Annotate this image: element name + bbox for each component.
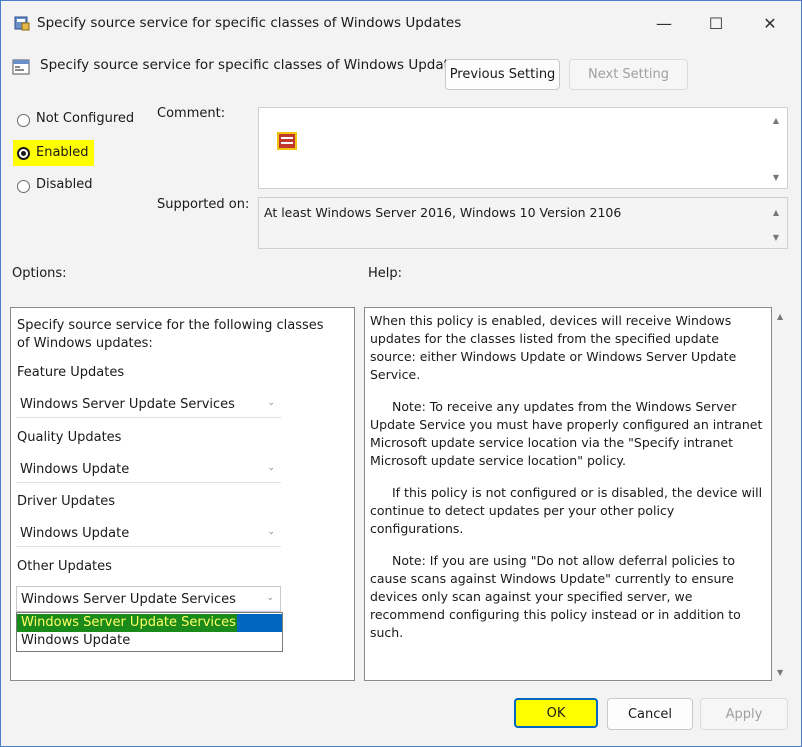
policy-title: Specify source service for specific clas… [40,57,465,73]
feature-updates-value: Windows Server Update Services [20,397,235,412]
options-label: Options: [12,266,67,281]
policy-app-icon [13,14,31,32]
dropdown-item-selected[interactable]: Windows Server Update Services [17,614,282,632]
help-scroll-up-icon[interactable]: ▲ [777,312,783,321]
cancel-button[interactable]: Cancel [607,698,693,730]
driver-updates-value: Windows Update [20,526,130,541]
policy-icon [12,58,30,76]
options-intro: Specify source service for the following… [17,318,324,351]
radio-disabled-circle[interactable] [17,180,30,193]
window-title: Specify source service for specific clas… [37,15,462,31]
feature-updates-select[interactable]: Windows Server Update Services ⌄ [16,392,281,418]
minimize-button[interactable]: — [641,1,687,45]
radio-enabled-label: Enabled [36,145,89,160]
next-setting-button[interactable]: Next Setting [569,59,688,90]
comment-scroll-down-icon[interactable]: ▼ [773,173,779,182]
chevron-down-icon: ⌄ [267,527,275,537]
other-updates-value: Windows Server Update Services [21,591,236,607]
radio-disabled-label: Disabled [36,177,93,192]
help-label: Help: [368,266,403,281]
supported-on-value: At least Windows Server 2016, Windows 10… [264,205,622,220]
help-paragraph: If this policy is not configured or is d… [370,485,763,536]
driver-updates-select[interactable]: Windows Update ⌄ [16,521,281,547]
supported-scroll-down-icon[interactable]: ▼ [773,233,779,242]
quality-updates-label: Quality Updates [17,430,122,445]
radio-enabled-circle[interactable] [17,147,30,160]
other-updates-dropdown-list: Windows Server Update Services Windows U… [16,612,283,652]
dropdown-item-label: Windows Server Update Services [21,615,236,630]
previous-setting-button[interactable]: Previous Setting [445,59,560,90]
chevron-down-icon: ⌄ [267,463,275,473]
comment-scroll-up-icon[interactable]: ▲ [773,116,779,125]
help-paragraph: Note: To receive any updates from the Wi… [370,399,763,468]
radio-not-configured-circle[interactable] [17,114,30,127]
watermark-logo-icon [277,132,297,150]
supported-scroll-up-icon[interactable]: ▲ [773,208,779,217]
supported-on-box: At least Windows Server 2016, Windows 10… [258,197,788,249]
other-updates-select[interactable]: Windows Server Update Services ⌄ [16,586,281,612]
ok-button[interactable]: OK [514,698,598,728]
apply-button[interactable]: Apply [700,698,788,730]
title-bar: Specify source service for specific clas… [1,1,801,45]
supported-on-label: Supported on: [157,197,250,212]
maximize-icon: ☐ [708,13,724,33]
maximize-button[interactable]: ☐ [693,1,739,45]
help-scroll-down-icon[interactable]: ▼ [777,668,783,677]
comment-textarea[interactable]: ▲ ▼ [258,107,788,189]
help-paragraph: Note: If you are using "Do not allow def… [370,553,741,640]
radio-not-configured-label: Not Configured [36,111,135,126]
chevron-down-icon: ⌄ [267,398,275,408]
chevron-down-icon: ⌄ [266,593,274,603]
options-panel: Specify source service for the following… [10,307,355,681]
other-updates-label: Other Updates [17,559,112,574]
quality-updates-select[interactable]: Windows Update ⌄ [16,457,281,483]
dropdown-item[interactable]: Windows Update [21,633,130,648]
help-paragraph: When this policy is enabled, devices wil… [370,313,737,382]
feature-updates-label: Feature Updates [17,365,125,380]
minimize-icon: — [656,13,672,33]
help-panel: When this policy is enabled, devices wil… [364,307,772,681]
close-icon: ✕ [763,13,777,33]
driver-updates-label: Driver Updates [17,494,115,509]
quality-updates-value: Windows Update [20,462,130,477]
close-button[interactable]: ✕ [747,1,793,45]
help-text: When this policy is enabled, devices wil… [370,312,768,656]
comment-label: Comment: [157,106,226,121]
